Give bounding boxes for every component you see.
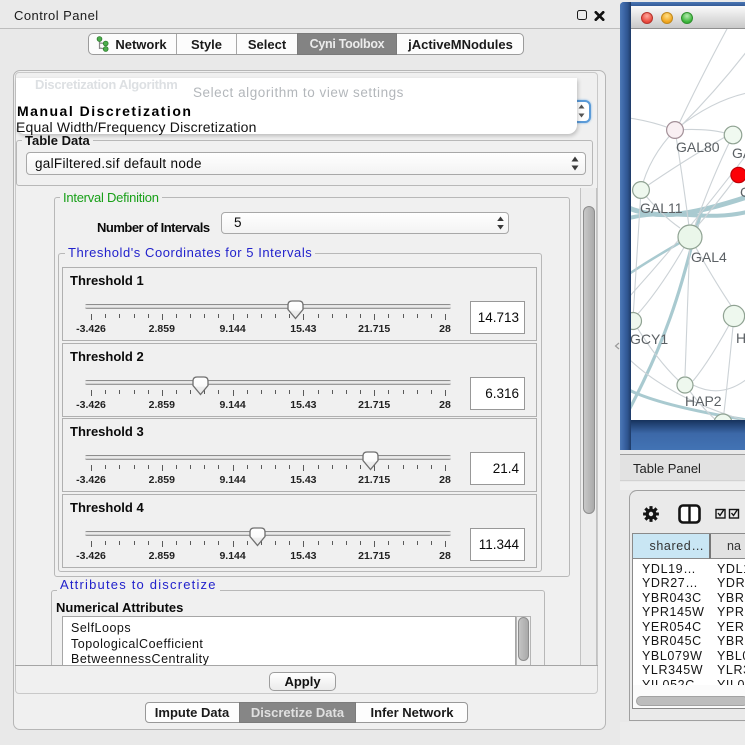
svg-text:GCY1: GCY1 <box>631 331 668 347</box>
svg-text:GA: GA <box>732 145 745 161</box>
svg-text:GAL80: GAL80 <box>676 139 720 155</box>
svg-text:HAP2: HAP2 <box>685 393 722 409</box>
svg-text:GAL4: GAL4 <box>691 249 727 265</box>
svg-text:CC: CC <box>740 184 745 200</box>
svg-text:GAL11: GAL11 <box>640 200 683 216</box>
svg-text:H: H <box>736 330 745 346</box>
